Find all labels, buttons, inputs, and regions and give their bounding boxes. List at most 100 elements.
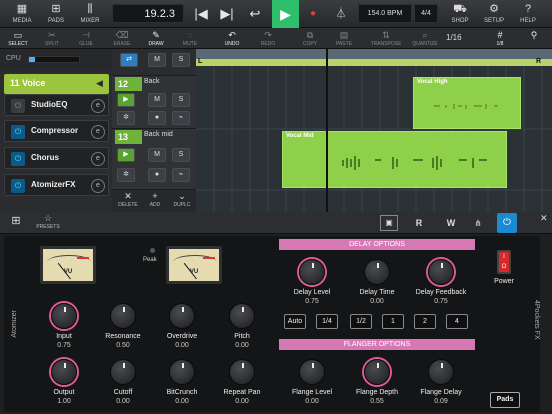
plugin-resize-icon[interactable]: ⊞ xyxy=(6,214,26,232)
fullscreen-icon[interactable]: ▣ xyxy=(380,215,398,231)
overdrive-knob[interactable] xyxy=(169,303,195,329)
forward-to-end-button[interactable]: ▶| xyxy=(214,3,240,25)
input-knob[interactable] xyxy=(51,303,77,329)
edit-icon[interactable]: e xyxy=(91,152,105,166)
solo-button[interactable]: S xyxy=(172,53,190,67)
duplicate-track-button[interactable]: ⌄ DUPLC xyxy=(168,190,196,208)
cutoff-knob[interactable] xyxy=(110,359,136,385)
pitch-knob[interactable] xyxy=(229,303,255,329)
transpose-button[interactable]: ⇅ TRANSPOSE xyxy=(368,28,404,49)
grid-value[interactable]: 1/16 xyxy=(446,31,468,44)
repeat-pan-knob[interactable] xyxy=(229,359,255,385)
delay-time-knob[interactable] xyxy=(364,259,390,285)
loop-button[interactable]: ↩ xyxy=(242,3,268,25)
help-button[interactable]: ? HELP xyxy=(514,0,542,28)
power-switch[interactable]: IO xyxy=(497,250,511,274)
edit-icon[interactable]: e xyxy=(91,179,105,193)
track-header-12[interactable]: 12 Back ▶ M S ✲ ● ⌁ xyxy=(112,76,196,129)
delay-sync-half[interactable]: 1/2 xyxy=(350,314,372,329)
plugin-power-icon[interactable]: ⏻ xyxy=(497,213,517,233)
grid-button[interactable]: #1/8 xyxy=(486,28,514,49)
fx-slot-compressor[interactable]: ⏻ Compressor e xyxy=(4,120,109,142)
delay-sync-2[interactable]: 2 xyxy=(414,314,436,329)
track-fx-icon[interactable]: ✲ xyxy=(117,111,135,125)
play-button[interactable]: ▶ xyxy=(272,0,299,28)
draw-tool[interactable]: ✎ DRAW xyxy=(142,28,170,49)
track-play-button[interactable]: ▶ xyxy=(117,148,135,162)
bitcrunch-knob[interactable] xyxy=(169,359,195,385)
track-play-button[interactable]: ▶ xyxy=(117,93,135,107)
routing-icon[interactable]: ⋔ xyxy=(470,215,486,231)
redo-button[interactable]: ↷ REDO xyxy=(254,28,282,49)
paste-button[interactable]: ▤ PASTE xyxy=(330,28,358,49)
add-track-button[interactable]: + ADD xyxy=(141,190,169,208)
playhead[interactable] xyxy=(326,49,328,212)
flange-depth-knob[interactable] xyxy=(364,359,390,385)
pads-button[interactable]: Pads xyxy=(490,392,520,408)
fx-slot-studioeq[interactable]: ⏻ StudioEQ e xyxy=(4,94,109,116)
w-button[interactable]: W xyxy=(444,215,458,231)
setup-button[interactable]: ⚙ SETUP xyxy=(480,0,508,28)
shop-button[interactable]: ⛟ SHOP xyxy=(446,0,474,28)
track-select-icon[interactable]: ⇄ xyxy=(120,53,138,67)
delay-sync-1[interactable]: 1 xyxy=(382,314,404,329)
delay-feedback-knob[interactable] xyxy=(428,259,454,285)
loop-end-marker[interactable]: R xyxy=(536,58,541,65)
fx-slot-atomizerfx[interactable]: ⏻ AtomizerFX e xyxy=(4,174,109,196)
split-tool[interactable]: ✂ SPLIT xyxy=(38,28,66,49)
power-icon[interactable]: ⏻ xyxy=(11,99,25,113)
glue-tool[interactable]: ⊣ GLUE xyxy=(72,28,100,49)
fx-slot-chorus[interactable]: ⏻ Chorus e xyxy=(4,147,109,169)
output-knob[interactable] xyxy=(51,359,77,385)
clip-vocal-high[interactable]: Vocal High xyxy=(413,77,521,129)
tempo-display[interactable]: 154.0 BPM xyxy=(358,4,412,23)
edit-icon[interactable]: e xyxy=(91,99,105,113)
zoom-button[interactable]: ⚲ xyxy=(520,28,548,49)
solo-button[interactable]: S xyxy=(172,148,190,162)
select-tool[interactable]: ▭ SELECT xyxy=(4,28,32,49)
flange-delay-knob[interactable] xyxy=(428,359,454,385)
erase-tool[interactable]: ⌫ ERASE xyxy=(108,28,136,49)
record-arm-button[interactable]: ● xyxy=(148,168,166,182)
close-icon[interactable]: ✕ xyxy=(540,213,552,225)
chevron-left-icon[interactable]: ◀ xyxy=(96,78,103,89)
metronome-button[interactable]: ⏃ xyxy=(330,3,352,25)
resonance-knob[interactable] xyxy=(110,303,136,329)
delay-sync-4[interactable]: 4 xyxy=(446,314,468,329)
loop-start-marker[interactable]: L xyxy=(198,58,202,65)
time-signature-display[interactable]: 4/4 xyxy=(414,4,438,23)
power-icon[interactable]: ⏻ xyxy=(11,152,25,166)
mute-button[interactable]: M xyxy=(148,148,166,162)
track-fx-icon[interactable]: ✲ xyxy=(117,168,135,182)
delay-sync-quarter[interactable]: 1/4 xyxy=(316,314,338,329)
edit-icon[interactable]: e xyxy=(91,125,105,139)
clip-vocal-mid[interactable]: Vocal Mid xyxy=(282,131,507,188)
flange-level-knob[interactable] xyxy=(299,359,325,385)
rewind-to-start-button[interactable]: |◀ xyxy=(188,3,214,25)
delay-sync-auto[interactable]: Auto xyxy=(284,314,306,329)
presets-button[interactable]: ☆ PRESETS xyxy=(36,213,60,230)
pads-button[interactable]: ⊞ PADS xyxy=(42,0,70,28)
delay-level-knob[interactable] xyxy=(299,259,325,285)
undo-button[interactable]: ↶ UNDO xyxy=(218,28,246,49)
automation-button[interactable]: ⌁ xyxy=(172,168,190,182)
quantize-button[interactable]: ⌕ QUANTIZE xyxy=(408,28,442,49)
track-header-13[interactable]: 13 Back mid ▶ M S ✲ ● ⌁ xyxy=(112,129,196,190)
media-button[interactable]: ▦ MEDIA xyxy=(8,0,36,28)
power-icon[interactable]: ⏻ xyxy=(11,125,25,139)
position-display[interactable]: 19.2.3 xyxy=(112,4,184,23)
copy-button[interactable]: ⧉ COPY xyxy=(296,28,324,49)
power-icon[interactable]: ⏻ xyxy=(11,179,25,193)
mute-button[interactable]: M xyxy=(148,53,166,67)
record-button[interactable]: ● xyxy=(304,3,322,25)
mute-button[interactable]: M xyxy=(148,93,166,107)
automation-button[interactable]: ⌁ xyxy=(172,111,190,125)
timeline-ruler[interactable]: L R xyxy=(196,49,552,66)
delete-track-button[interactable]: ✕ DELETE xyxy=(114,190,142,208)
r-button[interactable]: R xyxy=(412,215,426,231)
mute-tool[interactable]: ◌ MUTE xyxy=(176,28,204,49)
mixer-button[interactable]: ⫼ MIXER xyxy=(76,0,104,28)
record-arm-button[interactable]: ● xyxy=(148,111,166,125)
solo-button[interactable]: S xyxy=(172,93,190,107)
loop-region[interactable] xyxy=(196,59,552,66)
